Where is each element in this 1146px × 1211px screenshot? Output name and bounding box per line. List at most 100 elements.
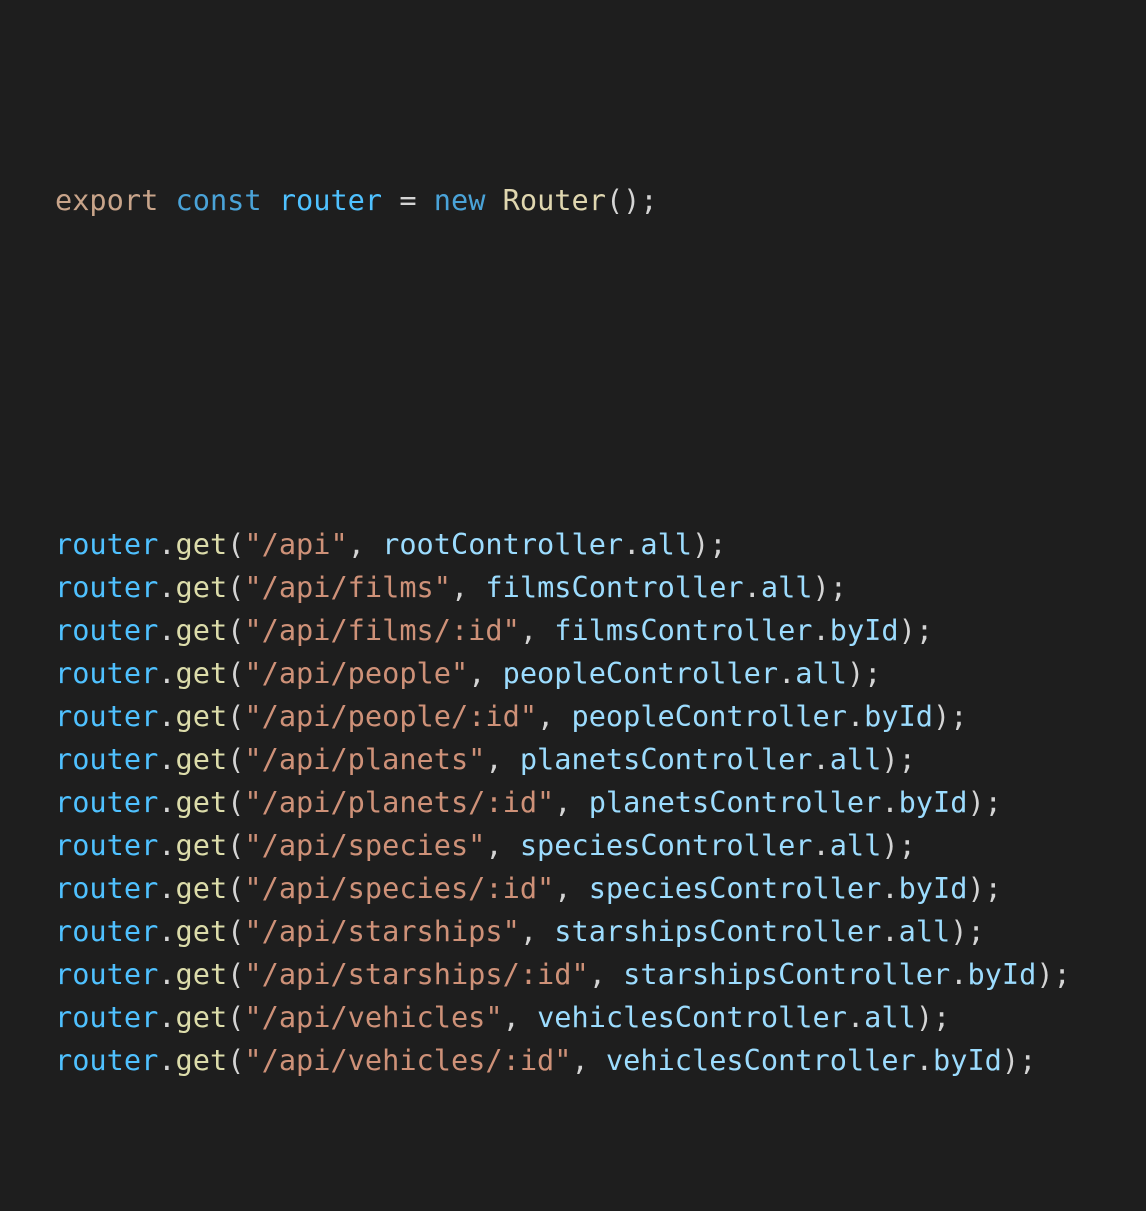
route-action: all xyxy=(898,914,951,948)
route-action: all xyxy=(760,570,813,604)
route-action: all xyxy=(829,828,882,862)
route-controller: speciesController xyxy=(588,871,882,905)
comma: , xyxy=(554,871,589,905)
keyword-const: const xyxy=(175,183,262,217)
route-path: "/api/films" xyxy=(244,570,451,604)
comma: , xyxy=(468,656,503,690)
code-line-route: router.get("/api/planets/:id", planetsCo… xyxy=(55,781,1146,824)
paren-open: ( xyxy=(227,656,245,690)
dot: . xyxy=(812,742,830,776)
route-object: router xyxy=(55,527,159,561)
code-line-route: router.get("/api/species", speciesContro… xyxy=(55,824,1146,867)
route-method: get xyxy=(175,1000,228,1034)
route-path: "/api/planets/:id" xyxy=(244,785,555,819)
code-line-route: router.get("/api/starships", starshipsCo… xyxy=(55,910,1146,953)
dot: . xyxy=(158,699,176,733)
dot: . xyxy=(846,1000,865,1034)
route-controller: planetsController xyxy=(519,742,813,776)
dot: . xyxy=(881,914,899,948)
route-object: router xyxy=(55,699,159,733)
route-controller: filmsController xyxy=(554,613,813,647)
dot: . xyxy=(158,527,176,561)
paren-close: ); xyxy=(812,570,847,604)
code-line-route: router.get("/api/starships/:id", starshi… xyxy=(55,953,1146,996)
route-object: router xyxy=(55,957,159,991)
dot: . xyxy=(158,1000,176,1034)
paren-open: ( xyxy=(227,828,245,862)
route-object: router xyxy=(55,914,159,948)
route-object: router xyxy=(55,785,159,819)
route-action: all xyxy=(640,527,693,561)
code-line-route: router.get("/api/vehicles", vehiclesCont… xyxy=(55,996,1146,1039)
dot: . xyxy=(623,527,641,561)
paren-close: ); xyxy=(881,828,916,862)
route-controller: starshipsController xyxy=(554,914,882,948)
route-path: "/api/starships/:id" xyxy=(244,957,589,991)
paren-close: ); xyxy=(950,914,985,948)
dot: . xyxy=(743,570,761,604)
route-lines: router.get("/api", rootController.all); r… xyxy=(55,523,1146,1082)
route-path: "/api/starships" xyxy=(244,914,520,948)
route-controller: peopleController xyxy=(571,699,847,733)
paren-open: ( xyxy=(227,742,245,776)
route-path: "/api/vehicles" xyxy=(244,1000,503,1034)
dot: . xyxy=(158,957,176,991)
route-controller: speciesController xyxy=(519,828,813,862)
paren-close: ); xyxy=(967,785,1002,819)
paren-open: ( xyxy=(227,1043,245,1077)
route-controller: vehiclesController xyxy=(537,1000,847,1034)
keyword-export: export xyxy=(55,183,159,217)
route-path: "/api" xyxy=(244,527,348,561)
route-action: all xyxy=(795,656,847,690)
paren-open: ( xyxy=(227,871,245,905)
comma: , xyxy=(588,957,624,991)
code-editor: export const router = new Router(); rout… xyxy=(0,0,1146,1077)
comma: , xyxy=(347,527,383,561)
route-path: "/api/vehicles/:id" xyxy=(244,1043,572,1077)
dot: . xyxy=(158,871,176,905)
dot: . xyxy=(158,570,176,604)
paren-open: ( xyxy=(227,914,245,948)
route-path: "/api/planets" xyxy=(244,742,486,776)
operator-equals: = xyxy=(382,183,434,217)
dot: . xyxy=(812,828,830,862)
comma: , xyxy=(554,785,589,819)
dot: . xyxy=(158,828,176,862)
class-router: Router xyxy=(502,183,606,217)
route-action: all xyxy=(864,1000,916,1034)
route-controller: filmsController xyxy=(485,570,744,604)
variable-router: router xyxy=(278,183,383,217)
route-object: router xyxy=(55,570,159,604)
comma: , xyxy=(537,699,572,733)
route-controller: peopleController xyxy=(502,656,779,690)
route-action: all xyxy=(829,742,882,776)
route-method: get xyxy=(175,871,228,905)
route-controller: starshipsController xyxy=(623,957,951,991)
dot: . xyxy=(158,914,176,948)
paren-open: ( xyxy=(227,785,245,819)
route-action: byId xyxy=(864,699,934,733)
route-path: "/api/species/:id" xyxy=(244,871,555,905)
dot: . xyxy=(158,785,176,819)
code-block: export const router = new Router(); rout… xyxy=(55,50,1146,1211)
route-action: byId xyxy=(933,1043,1002,1077)
paren-open: ( xyxy=(227,699,245,733)
comma: , xyxy=(519,914,555,948)
dot: . xyxy=(881,871,899,905)
paren-close: ); xyxy=(1001,1043,1037,1077)
code-line-route: router.get("/api/vehicles/:id", vehicles… xyxy=(55,1039,1146,1082)
paren-open: ( xyxy=(227,957,245,991)
route-method: get xyxy=(175,957,228,991)
dot: . xyxy=(846,699,865,733)
route-object: router xyxy=(55,1000,159,1034)
route-method: get xyxy=(175,1043,228,1077)
route-object: router xyxy=(55,656,159,690)
paren-open: ( xyxy=(227,613,245,647)
comma: , xyxy=(519,613,555,647)
route-object: router xyxy=(55,828,159,862)
code-line-route: router.get("/api/people/:id", peopleCont… xyxy=(55,695,1146,738)
route-method: get xyxy=(175,914,228,948)
route-method: get xyxy=(175,527,228,561)
code-line-route: router.get("/api/people", peopleControll… xyxy=(55,652,1146,695)
route-method: get xyxy=(175,742,228,776)
